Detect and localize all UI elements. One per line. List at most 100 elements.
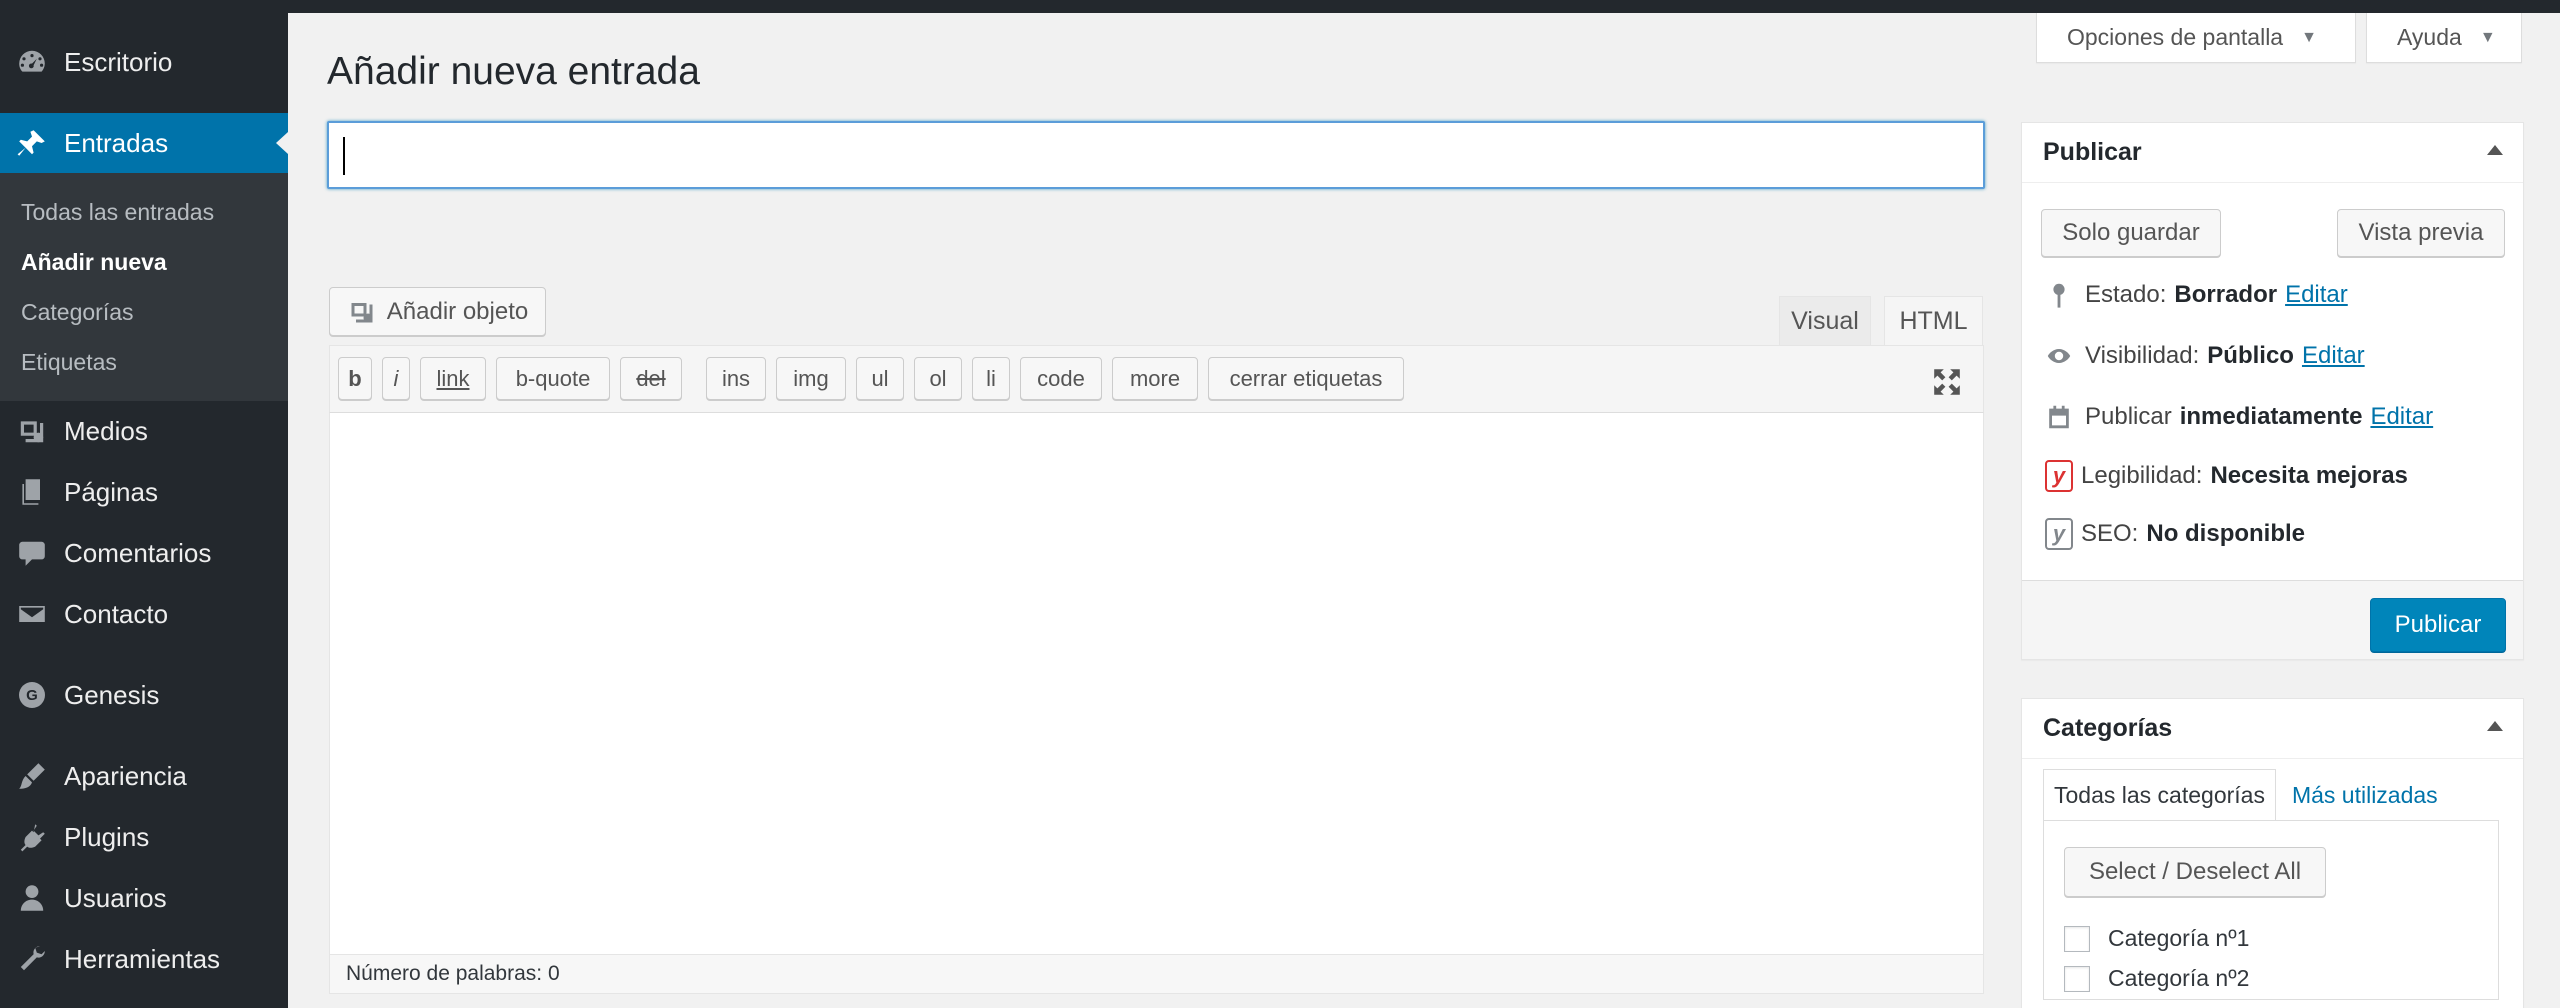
plugin-icon [0,821,64,853]
readability-value: Necesita mejoras [2210,462,2408,489]
sidebar-item-entradas[interactable]: Entradas [0,113,288,173]
collapse-arrow-icon[interactable] [2487,145,2503,155]
sidebar-item-plugins[interactable]: Plugins [0,807,288,867]
tab-most-used[interactable]: Más utilizadas [2276,769,2448,821]
publish-box-header[interactable]: Publicar [2022,123,2523,183]
word-count: Número de palabras: 0 [329,954,1984,994]
readability-row: y Legibilidad: Necesita mejoras [2045,456,2408,496]
readability-label: Legibilidad: [2081,462,2203,489]
content-textarea[interactable] [329,412,1984,955]
quicktag-bquote-button[interactable]: b-quote [496,357,610,400]
schedule-row: Publicar inmediatamente Editar [2045,397,2433,437]
pin-icon [0,127,64,159]
add-media-button[interactable]: Añadir objeto [329,287,546,336]
sidebar-item-herramientas[interactable]: Herramientas [0,929,288,989]
chevron-down-icon: ▼ [2479,28,2496,46]
sidebar-item-label: Comentarios [64,537,212,568]
mail-icon [0,598,64,630]
wrench-icon [0,943,64,975]
edit-visibility-link[interactable]: Editar [2302,342,2365,370]
sidebar-item-genesis[interactable]: G Genesis [0,665,288,725]
fullscreen-icon [1934,369,1960,395]
sidebar-item-comentarios[interactable]: Comentarios [0,523,288,583]
category-checkbox[interactable] [2064,925,2090,952]
quicktag-italic-button[interactable]: i [382,357,410,400]
save-draft-button[interactable]: Solo guardar [2041,209,2221,257]
submenu-item-etiquetas[interactable]: Etiquetas [0,337,288,387]
word-count-label: Número de palabras: 0 [346,962,560,985]
submenu-item-todas[interactable]: Todas las entradas [0,187,288,237]
tab-visual[interactable]: Visual [1779,296,1871,346]
sidebar-item-label: Escritorio [64,46,173,77]
submenu-item-categorias[interactable]: Categorías [0,287,288,337]
sidebar-item-escritorio[interactable]: Escritorio [0,32,288,92]
schedule-label: Publicar [2085,403,2172,430]
quicktag-code-button[interactable]: code [1020,357,1102,400]
category-label: Categoría nº1 [2108,925,2250,951]
help-button[interactable]: Ayuda ▼ [2366,13,2522,63]
edit-schedule-link[interactable]: Editar [2370,403,2433,431]
yoast-readability-icon: y [2045,460,2085,492]
category-item[interactable]: Categoría nº2 [2064,965,2249,992]
category-item[interactable]: Categoría nº1 [2064,925,2249,952]
sidebar-item-contacto[interactable]: Contacto [0,584,288,644]
sidebar-item-paginas[interactable]: Páginas [0,462,288,522]
categories-box-header[interactable]: Categorías [2022,699,2523,759]
sidebar-item-usuarios[interactable]: Usuarios [0,868,288,928]
pages-icon [0,476,64,508]
chevron-down-icon: ▼ [2301,28,2317,46]
quicktag-ul-button[interactable]: ul [856,357,904,400]
select-deselect-all-button[interactable]: Select / Deselect All [2064,847,2326,897]
post-title-input[interactable] [327,121,1985,189]
sidebar-item-label: Entradas [64,127,169,158]
admin-sidebar: Escritorio Entradas Todas las entradas A… [0,0,288,1008]
quicktag-more-button[interactable]: more [1112,357,1198,400]
preview-button[interactable]: Vista previa [2337,209,2505,257]
sidebar-item-label: Herramientas [64,943,221,974]
sidebar-item-label: Medios [64,415,148,446]
brush-icon [0,760,64,792]
submenu-item-anadir-nueva[interactable]: Añadir nueva [0,237,288,287]
help-label: Ayuda [2397,24,2462,50]
sidebar-item-medios[interactable]: Medios [0,401,288,461]
publish-box: Publicar Solo guardar Vista previa Estad… [2021,122,2524,660]
quicktag-ins-button[interactable]: ins [706,357,766,400]
sidebar-item-apariencia[interactable]: Apariencia [0,746,288,806]
media-icon [0,415,64,447]
categories-box: Categorías Todas las categorías Más util… [2021,698,2524,1008]
screen-options-label: Opciones de pantalla [2067,24,2284,50]
pin-status-icon [2045,281,2085,309]
quicktag-li-button[interactable]: li [972,357,1010,400]
quicktag-bold-button[interactable]: b [338,357,372,400]
dashboard-icon [0,46,64,78]
seo-value: No disponible [2146,520,2306,547]
category-checklist: Select / Deselect All Categoría nº1 Cate… [2043,820,2499,1000]
media-icon [351,302,373,322]
tab-html[interactable]: HTML [1884,296,1983,346]
visibility-label: Visibilidad: [2085,342,2200,369]
quicktag-del-button[interactable]: del [620,357,682,400]
user-icon [0,882,64,914]
eye-icon [2045,342,2085,370]
quicktag-close-tags-button[interactable]: cerrar etiquetas [1208,357,1404,400]
tab-all-categories[interactable]: Todas las categorías [2043,769,2276,821]
sidebar-item-label: Apariencia [64,760,187,791]
fullscreen-toggle[interactable] [1931,366,1963,398]
yoast-glyph: y [2045,518,2073,550]
seo-label: SEO: [2081,520,2139,547]
category-checkbox[interactable] [2064,965,2090,992]
yoast-seo-icon: y [2045,518,2085,550]
text-cursor [343,137,345,175]
admin-bar [0,0,2560,13]
sidebar-submenu-entradas: Todas las entradas Añadir nueva Categorí… [0,173,288,401]
publish-button[interactable]: Publicar [2370,598,2506,652]
collapse-arrow-icon[interactable] [2487,721,2503,731]
calendar-icon [2045,403,2085,431]
edit-status-link[interactable]: Editar [2285,281,2348,309]
yoast-glyph: y [2045,460,2073,492]
quicktag-link-button[interactable]: link [420,357,486,400]
quicktag-ol-button[interactable]: ol [914,357,962,400]
sidebar-item-label: Usuarios [64,882,167,913]
quicktag-img-button[interactable]: img [776,357,846,400]
screen-options-button[interactable]: Opciones de pantalla ▼ [2036,13,2356,63]
